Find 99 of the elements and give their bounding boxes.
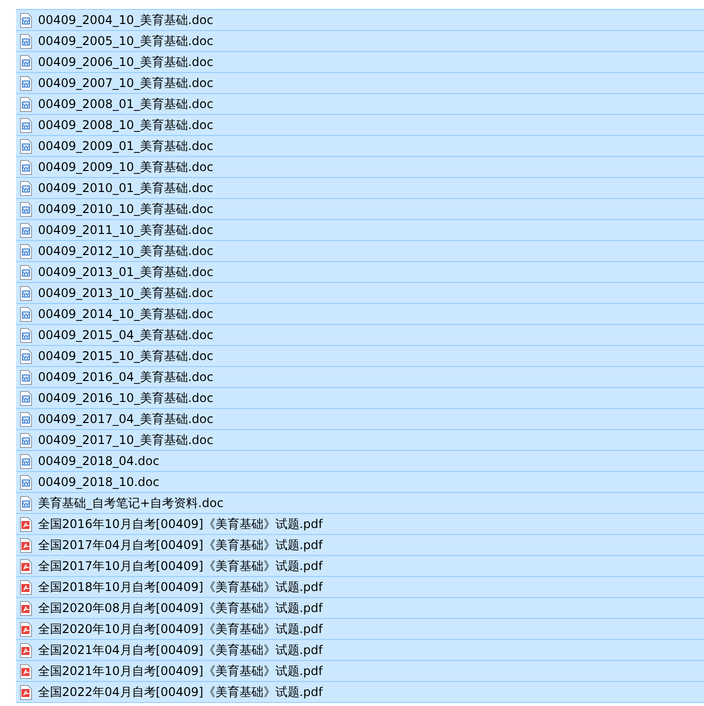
word-document-icon: [20, 390, 32, 406]
file-name: 00409_2013_10_美育基础.doc: [38, 284, 214, 302]
word-document-icon: [20, 306, 32, 322]
file-name: 全国2020年08月自考[00409]《美育基础》试题.pdf: [38, 600, 323, 616]
word-document-icon: [20, 370, 32, 384]
file-row[interactable]: 00409_2006_10_美育基础.doc: [16, 52, 704, 73]
file-name: 00409_2008_01_美育基础.doc: [38, 96, 214, 112]
file-row[interactable]: 00409_2011_10_美育基础.doc: [16, 220, 704, 241]
pdf-document-icon: [20, 558, 32, 574]
word-document-icon: [20, 328, 32, 342]
word-document-icon: [20, 76, 32, 90]
pdf-document-icon: [20, 642, 32, 658]
word-document-icon: [20, 118, 32, 132]
file-row[interactable]: 全国2018年10月自考[00409]《美育基础》试题.pdf: [16, 577, 704, 598]
file-name: 00409_2018_04.doc: [38, 454, 160, 468]
file-row[interactable]: 00409_2005_10_美育基础.doc: [16, 31, 704, 52]
file-row[interactable]: 00409_2017_04_美育基础.doc: [16, 409, 704, 430]
word-document-icon: [20, 412, 32, 426]
file-row[interactable]: 00409_2018_04.doc: [16, 451, 704, 472]
file-row[interactable]: 00409_2018_10.doc: [16, 472, 704, 493]
word-document-icon: [20, 432, 32, 448]
file-row[interactable]: 00409_2015_04_美育基础.doc: [16, 325, 704, 346]
file-name: 00409_2009_01_美育基础.doc: [38, 138, 214, 154]
word-document-icon: [20, 264, 32, 280]
file-row[interactable]: 00409_2008_10_美育基础.doc: [16, 115, 704, 136]
file-name: 00409_2009_10_美育基础.doc: [38, 158, 214, 176]
word-document-icon: [20, 160, 32, 174]
file-row[interactable]: 美育基础_自考笔记+自考资料.doc: [16, 493, 704, 514]
word-document-icon: [20, 12, 32, 28]
file-name: 00409_2014_10_美育基础.doc: [38, 306, 214, 322]
file-row[interactable]: 00409_2010_10_美育基础.doc: [16, 199, 704, 220]
file-name: 全国2018年10月自考[00409]《美育基础》试题.pdf: [38, 578, 323, 596]
file-name: 00409_2007_10_美育基础.doc: [38, 74, 214, 92]
pdf-document-icon: [20, 684, 32, 700]
file-name: 00409_2018_10.doc: [38, 475, 160, 489]
file-name: 00409_2017_10_美育基础.doc: [38, 432, 214, 448]
file-row[interactable]: 全国2022年04月自考[00409]《美育基础》试题.pdf: [16, 682, 704, 703]
file-row[interactable]: 全国2016年10月自考[00409]《美育基础》试题.pdf: [16, 514, 704, 535]
pdf-document-icon: [20, 600, 32, 616]
file-name: 00409_2011_10_美育基础.doc: [38, 222, 214, 238]
file-name: 00409_2015_04_美育基础.doc: [38, 326, 214, 344]
file-row[interactable]: 00409_2016_04_美育基础.doc: [16, 367, 704, 388]
file-name: 00409_2008_10_美育基础.doc: [38, 116, 214, 134]
word-document-icon: [20, 180, 32, 196]
file-name: 00409_2016_10_美育基础.doc: [38, 390, 214, 406]
word-document-icon: [20, 34, 32, 48]
file-row[interactable]: 00409_2004_10_美育基础.doc: [16, 9, 704, 31]
file-row[interactable]: 00409_2012_10_美育基础.doc: [16, 241, 704, 262]
file-name: 00409_2004_10_美育基础.doc: [38, 12, 214, 28]
word-document-icon: [20, 348, 32, 364]
file-row[interactable]: 00409_2008_01_美育基础.doc: [16, 94, 704, 115]
file-name: 全国2017年10月自考[00409]《美育基础》试题.pdf: [38, 558, 323, 574]
file-row[interactable]: 00409_2017_10_美育基础.doc: [16, 430, 704, 451]
word-document-icon: [20, 496, 32, 510]
file-row[interactable]: 00409_2014_10_美育基础.doc: [16, 304, 704, 325]
file-name: 全国2016年10月自考[00409]《美育基础》试题.pdf: [38, 516, 323, 532]
file-name: 00409_2005_10_美育基础.doc: [38, 32, 214, 50]
file-name: 00409_2017_04_美育基础.doc: [38, 410, 214, 428]
word-document-icon: [20, 286, 32, 300]
pdf-document-icon: [20, 580, 32, 594]
file-name: 00409_2006_10_美育基础.doc: [38, 54, 214, 70]
file-row[interactable]: 全国2021年10月自考[00409]《美育基础》试题.pdf: [16, 661, 704, 682]
file-name: 00409_2015_10_美育基础.doc: [38, 348, 214, 364]
word-document-icon: [20, 454, 32, 468]
pdf-document-icon: [20, 516, 32, 532]
file-row[interactable]: 00409_2013_01_美育基础.doc: [16, 262, 704, 283]
file-row[interactable]: 00409_2015_10_美育基础.doc: [16, 346, 704, 367]
file-row[interactable]: 00409_2009_10_美育基础.doc: [16, 157, 704, 178]
file-name: 全国2020年10月自考[00409]《美育基础》试题.pdf: [38, 620, 323, 638]
pdf-document-icon: [20, 664, 32, 678]
file-name: 美育基础_自考笔记+自考资料.doc: [38, 494, 224, 512]
file-row[interactable]: 00409_2013_10_美育基础.doc: [16, 283, 704, 304]
file-name: 全国2017年04月自考[00409]《美育基础》试题.pdf: [38, 536, 323, 554]
word-document-icon: [20, 474, 32, 490]
file-row[interactable]: 全国2020年10月自考[00409]《美育基础》试题.pdf: [16, 619, 704, 640]
file-row[interactable]: 全国2020年08月自考[00409]《美育基础》试题.pdf: [16, 598, 704, 619]
word-document-icon: [20, 138, 32, 154]
file-row[interactable]: 全国2017年04月自考[00409]《美育基础》试题.pdf: [16, 535, 704, 556]
pdf-document-icon: [20, 622, 32, 636]
word-document-icon: [20, 244, 32, 258]
file-name: 00409_2010_10_美育基础.doc: [38, 200, 214, 218]
word-document-icon: [20, 202, 32, 216]
file-row[interactable]: 00409_2009_01_美育基础.doc: [16, 136, 704, 157]
file-name: 00409_2016_04_美育基础.doc: [38, 368, 214, 386]
file-row[interactable]: 00409_2010_01_美育基础.doc: [16, 178, 704, 199]
file-row[interactable]: 00409_2007_10_美育基础.doc: [16, 73, 704, 94]
word-document-icon: [20, 222, 32, 238]
file-row[interactable]: 全国2017年10月自考[00409]《美育基础》试题.pdf: [16, 556, 704, 577]
file-name: 全国2021年10月自考[00409]《美育基础》试题.pdf: [38, 662, 323, 680]
word-document-icon: [20, 96, 32, 112]
file-name: 00409_2010_01_美育基础.doc: [38, 180, 214, 196]
file-name: 00409_2012_10_美育基础.doc: [38, 242, 214, 260]
word-document-icon: [20, 54, 32, 70]
file-name: 全国2021年04月自考[00409]《美育基础》试题.pdf: [38, 642, 323, 658]
file-row[interactable]: 00409_2016_10_美育基础.doc: [16, 388, 704, 409]
pdf-document-icon: [20, 538, 32, 552]
file-row[interactable]: 全国2021年04月自考[00409]《美育基础》试题.pdf: [16, 640, 704, 661]
file-name: 全国2022年04月自考[00409]《美育基础》试题.pdf: [38, 684, 323, 700]
file-name: 00409_2013_01_美育基础.doc: [38, 264, 214, 280]
